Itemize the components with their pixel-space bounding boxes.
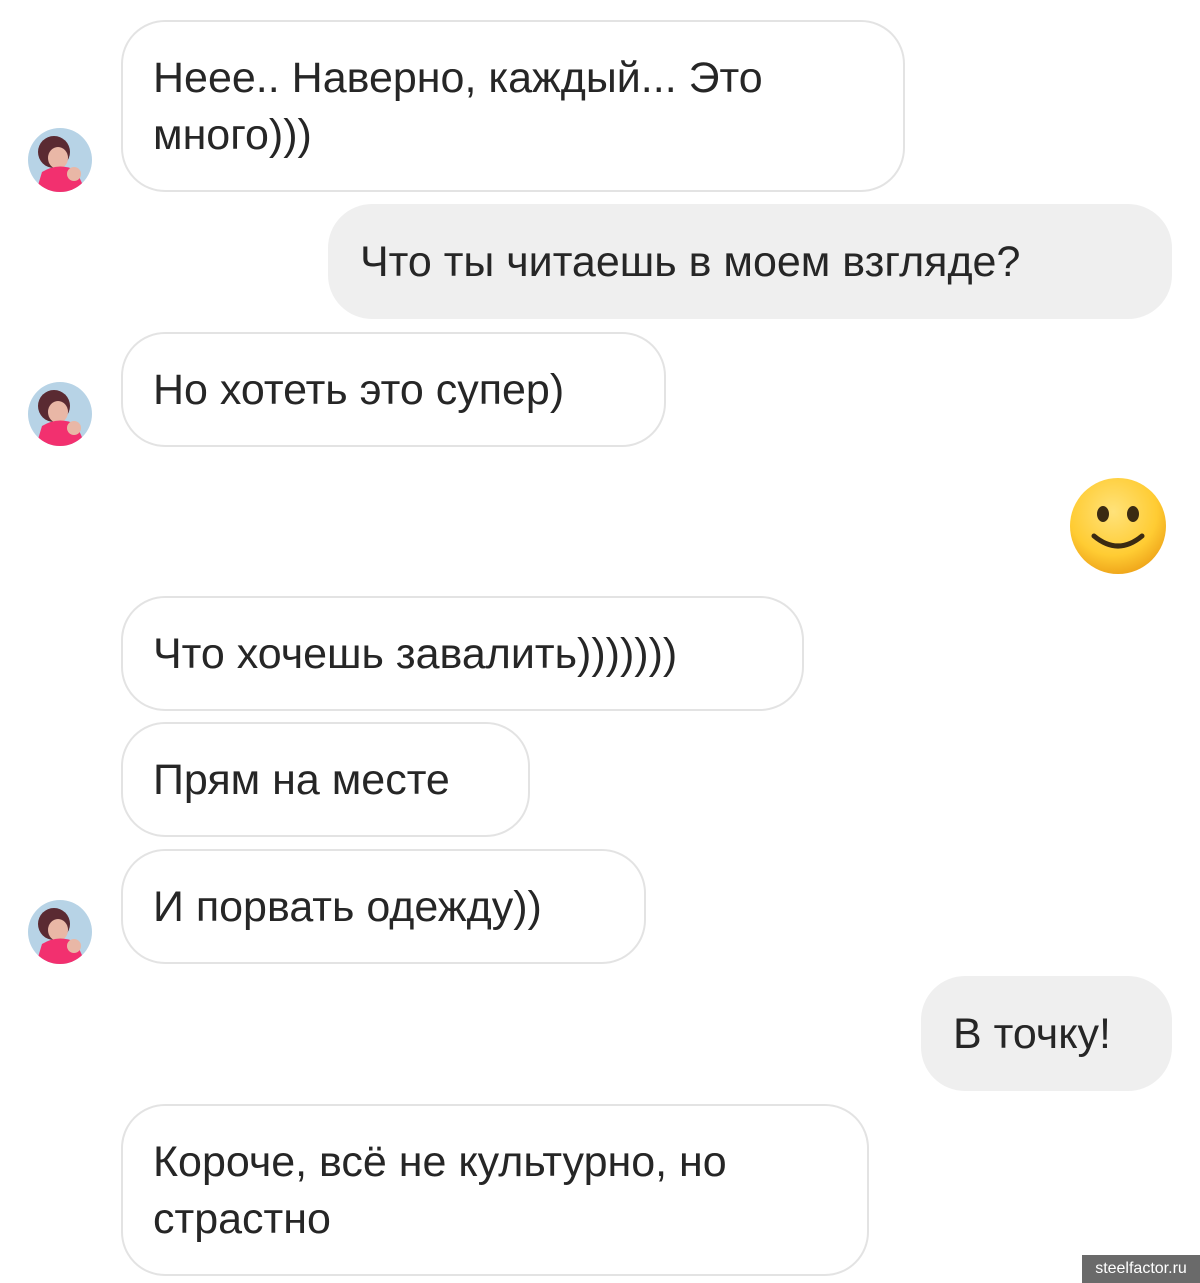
message-text: Короче, всё не культурно, но страстно: [153, 1138, 727, 1243]
message-bubble-incoming[interactable]: Неее.. Наверно, каждый... Это много))): [121, 20, 905, 192]
message-bubble-outgoing[interactable]: Что ты читаешь в моем взгляде?: [328, 204, 1172, 319]
watermark-label: steelfactor.ru: [1082, 1255, 1200, 1283]
slightly-smiling-face-icon[interactable]: [1068, 476, 1168, 576]
contact-avatar[interactable]: [28, 900, 92, 964]
contact-avatar[interactable]: [28, 128, 92, 192]
message-bubble-incoming[interactable]: Но хотеть это супер): [121, 332, 666, 447]
message-bubble-incoming[interactable]: Короче, всё не культурно, но страстно: [121, 1104, 869, 1276]
message-text: Что ты читаешь в моем взгляде?: [360, 238, 1021, 286]
message-text: Неее.. Наверно, каждый... Это много))): [153, 54, 763, 159]
message-text: Но хотеть это супер): [153, 366, 565, 414]
contact-avatar[interactable]: [28, 382, 92, 446]
message-text: И порвать одежду)): [153, 883, 542, 931]
message-bubble-outgoing[interactable]: В точку!: [921, 976, 1172, 1091]
message-text: Что хочешь завалить))))))): [153, 630, 678, 678]
message-bubble-incoming[interactable]: Что хочешь завалить))))))): [121, 596, 804, 711]
message-text: В точку!: [953, 1010, 1111, 1058]
message-text: Прям на месте: [153, 756, 450, 804]
message-bubble-incoming[interactable]: Прям на месте: [121, 722, 530, 837]
message-bubble-incoming[interactable]: И порвать одежду)): [121, 849, 646, 964]
